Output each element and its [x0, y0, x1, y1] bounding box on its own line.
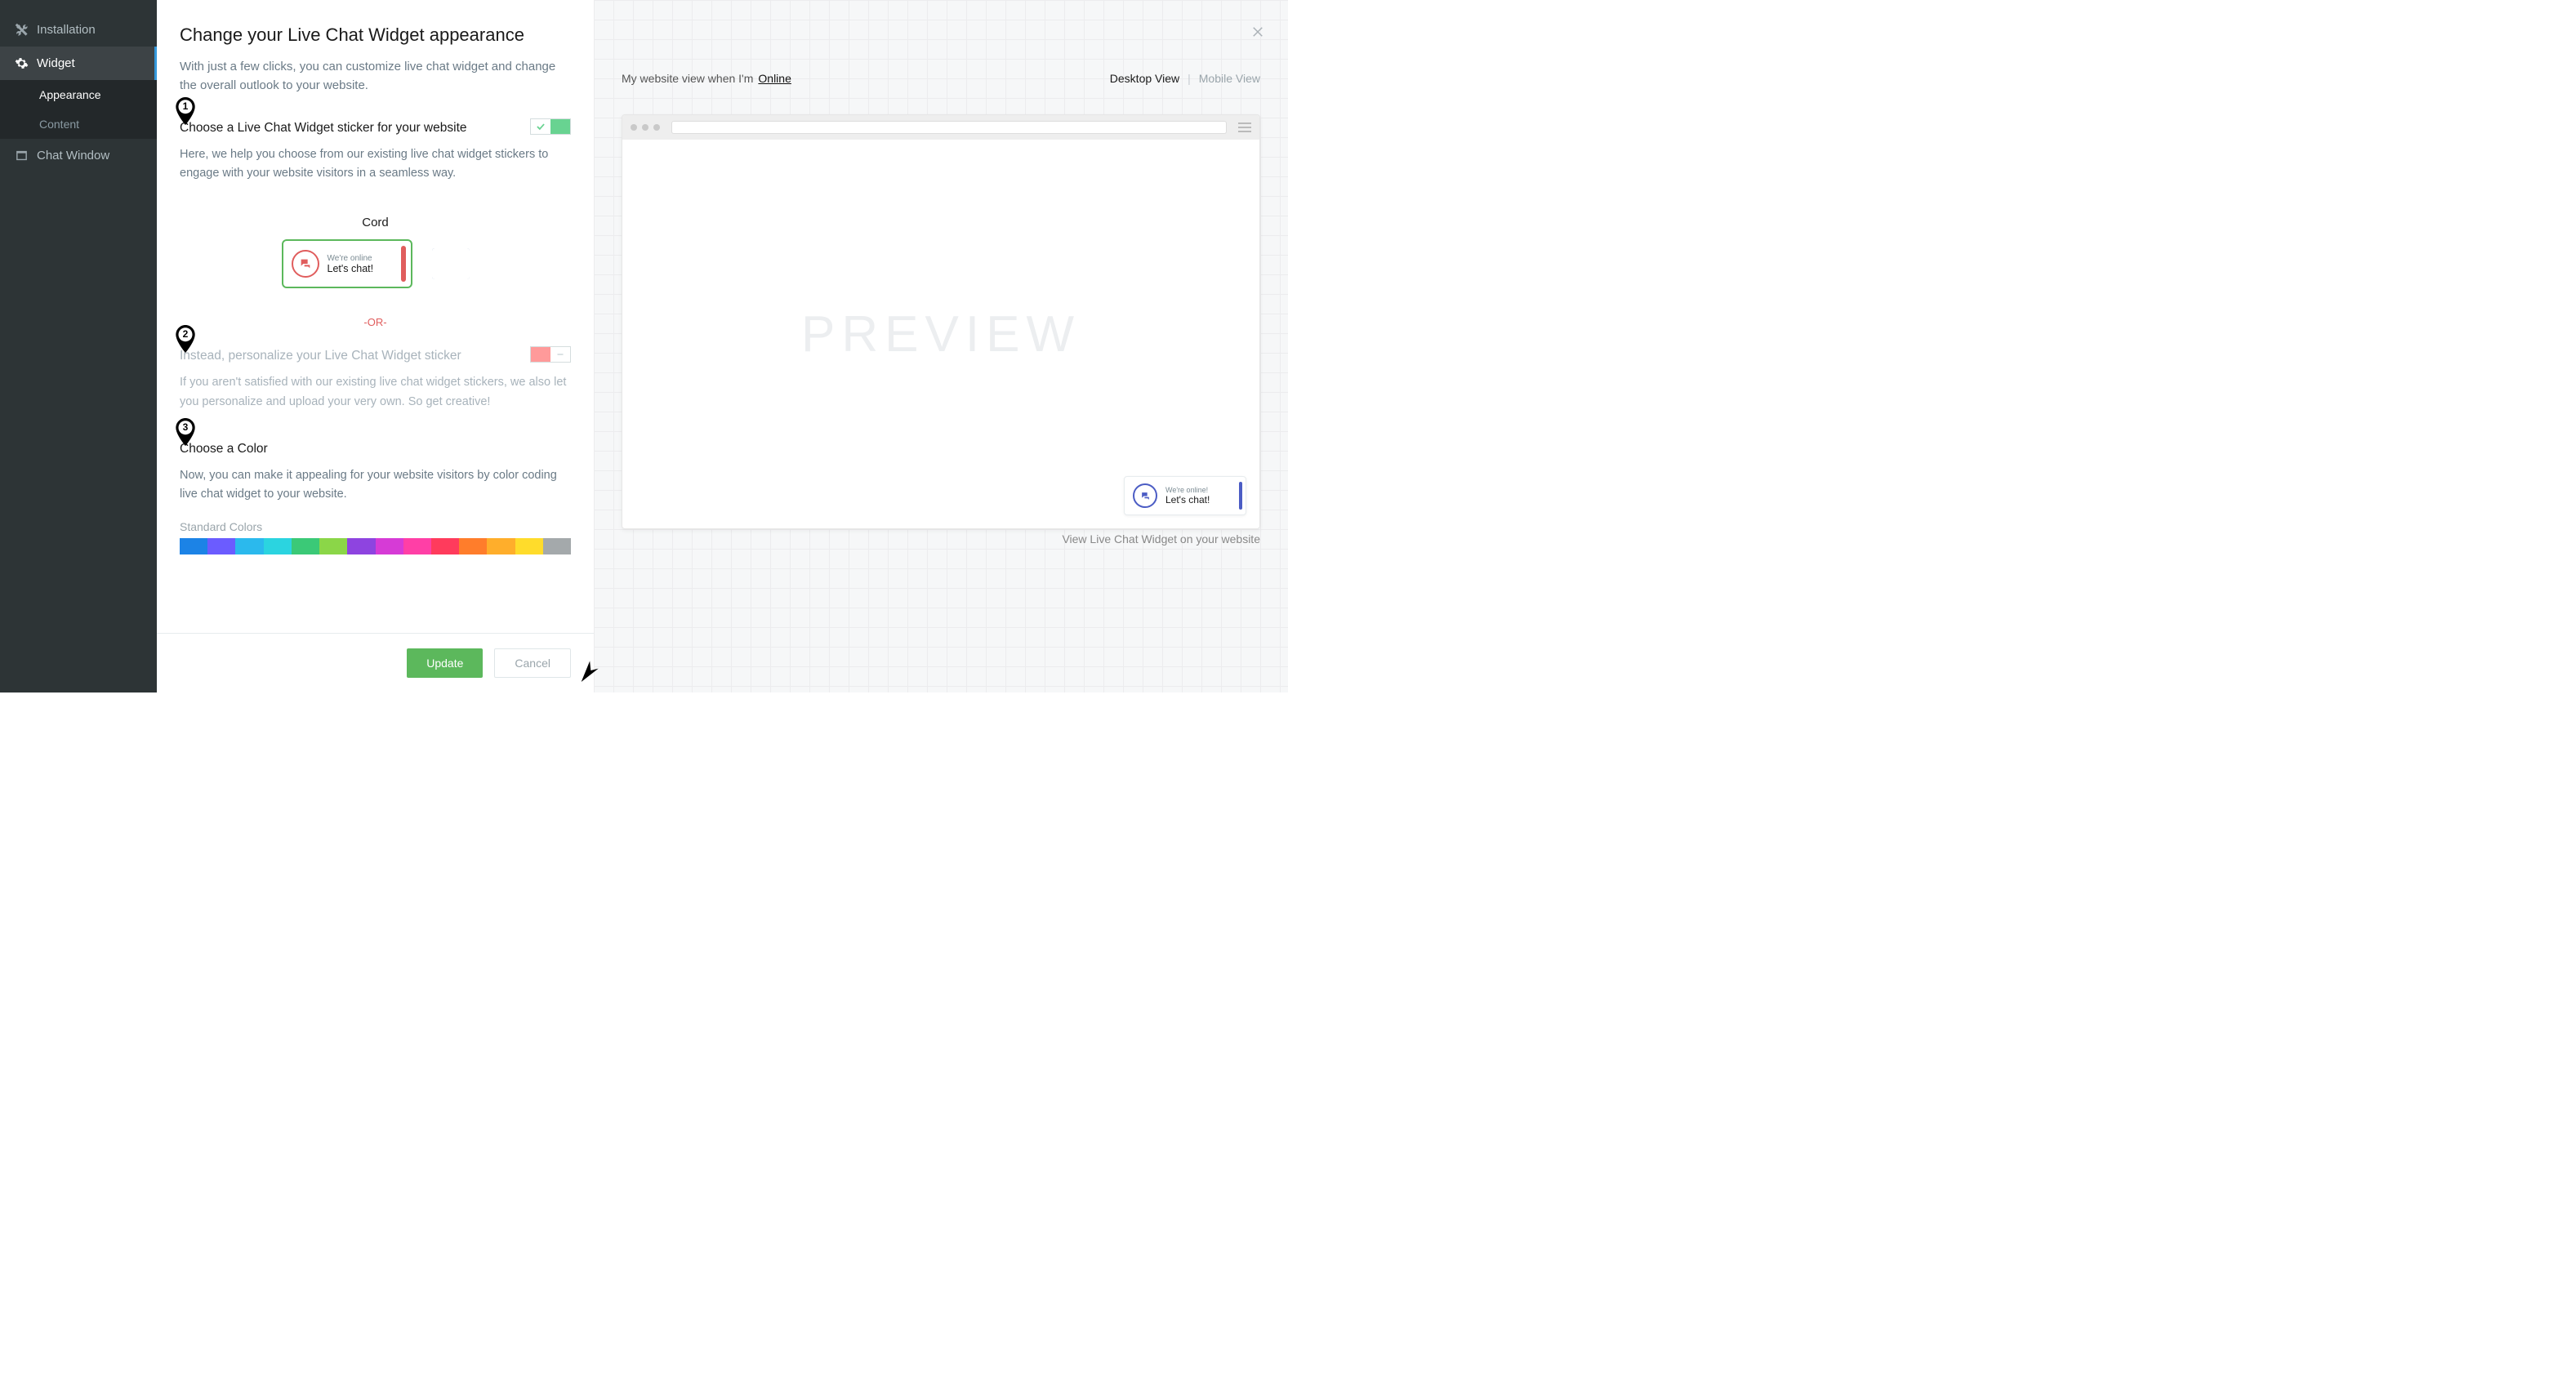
close-icon[interactable]: [1250, 24, 1265, 39]
sidebar-subitem-appearance[interactable]: Appearance: [0, 80, 157, 109]
update-button[interactable]: Update: [407, 648, 483, 678]
preview-watermark: PREVIEW: [801, 305, 1081, 363]
preview-status-select[interactable]: Online: [758, 72, 791, 85]
section-desc: Now, you can make it appealing for your …: [180, 466, 571, 504]
view-on-website-link[interactable]: View Live Chat Widget on your website: [1062, 532, 1260, 546]
preview-chat-widget[interactable]: We're online! Let's chat!: [1124, 476, 1246, 515]
sticker-cta: Let's chat!: [328, 263, 374, 274]
section-desc: If you aren't satisfied with our existin…: [180, 373, 571, 411]
toggle-use-preset-sticker[interactable]: [530, 118, 571, 135]
sidebar-subnav: Appearance Content: [0, 80, 157, 139]
traffic-light-icon: [653, 124, 660, 131]
sidebar-subitem-content[interactable]: Content: [0, 109, 157, 139]
traffic-light-icon: [631, 124, 637, 131]
tools-icon: [15, 23, 29, 37]
address-bar: [671, 121, 1227, 134]
section-title: Choose a Live Chat Widget sticker for yo…: [180, 118, 519, 137]
sidebar-item-widget[interactable]: Widget: [0, 47, 157, 80]
color-swatch[interactable]: [515, 538, 543, 554]
browser-chrome: [622, 115, 1259, 140]
color-swatch[interactable]: [264, 538, 292, 554]
sidebar-item-label: Chat Window: [37, 149, 109, 163]
sticker-option-compact[interactable]: [432, 248, 470, 279]
color-swatch[interactable]: [207, 538, 235, 554]
or-divider: -OR-: [180, 316, 571, 328]
page-intro: With just a few clicks, you can customiz…: [180, 57, 571, 96]
widget-cta: Let's chat!: [1165, 494, 1210, 505]
settings-panel: Change your Live Chat Widget appearance …: [157, 0, 594, 692]
toggle-custom-sticker[interactable]: [530, 346, 571, 363]
sidebar-item-chat-window[interactable]: Chat Window: [0, 139, 157, 172]
sidebar-item-installation[interactable]: Installation: [0, 13, 157, 47]
section-personalize-sticker: 2 Instead, personalize your Live Chat Wi…: [180, 346, 571, 412]
section-title: Choose a Color: [180, 439, 571, 458]
chat-icon: [292, 250, 319, 278]
color-swatch[interactable]: [487, 538, 515, 554]
section-title: Instead, personalize your Live Chat Widg…: [180, 346, 519, 365]
step-pin-3: 3: [175, 418, 196, 446]
hamburger-icon: [1238, 122, 1251, 132]
section-choose-color: 3 Choose a Color Now, you can make it ap…: [180, 439, 571, 555]
color-swatch[interactable]: [431, 538, 459, 554]
color-swatch[interactable]: [319, 538, 347, 554]
view-desktop[interactable]: Desktop View: [1110, 72, 1179, 85]
sticker-name: Cord: [180, 216, 571, 229]
section-desc: Here, we help you choose from our existi…: [180, 145, 571, 183]
settings-footer: Update Cancel: [157, 633, 594, 692]
color-swatch[interactable]: [376, 538, 403, 554]
section-choose-sticker: 1 Choose a Live Chat Widget sticker for …: [180, 118, 571, 329]
widget-online-label: We're online!: [1165, 486, 1210, 494]
cursor-arrow-annotation: [577, 657, 600, 684]
color-swatch[interactable]: [403, 538, 431, 554]
color-swatch[interactable]: [235, 538, 263, 554]
colors-label: Standard Colors: [180, 520, 571, 533]
step-pin-1: 1: [175, 97, 196, 125]
sticker-option-cord[interactable]: We're online Let's chat!: [282, 239, 412, 288]
traffic-light-icon: [642, 124, 648, 131]
preview-prefix: My website view when I'm: [622, 72, 753, 85]
colors-row: [180, 538, 571, 554]
page-title: Change your Live Chat Widget appearance: [180, 24, 571, 46]
step-pin-2: 2: [175, 325, 196, 353]
color-swatch[interactable]: [347, 538, 375, 554]
color-swatch[interactable]: [180, 538, 207, 554]
sidebar-item-label: Widget: [37, 56, 75, 70]
cancel-button[interactable]: Cancel: [494, 648, 571, 678]
color-swatch[interactable]: [543, 538, 571, 554]
view-mobile[interactable]: Mobile View: [1199, 72, 1260, 85]
gear-icon: [15, 56, 29, 70]
sidebar: Installation Widget Appearance Content C…: [0, 0, 157, 692]
sidebar-item-label: Installation: [37, 23, 96, 37]
preview-browser: PREVIEW We're online! Let's chat!: [622, 114, 1260, 529]
window-icon: [15, 149, 29, 163]
color-swatch[interactable]: [292, 538, 319, 554]
chat-icon: [1133, 483, 1157, 508]
sticker-online-label: We're online: [328, 254, 374, 263]
preview-panel: My website view when I'm Online Desktop …: [594, 0, 1288, 692]
color-swatch[interactable]: [459, 538, 487, 554]
